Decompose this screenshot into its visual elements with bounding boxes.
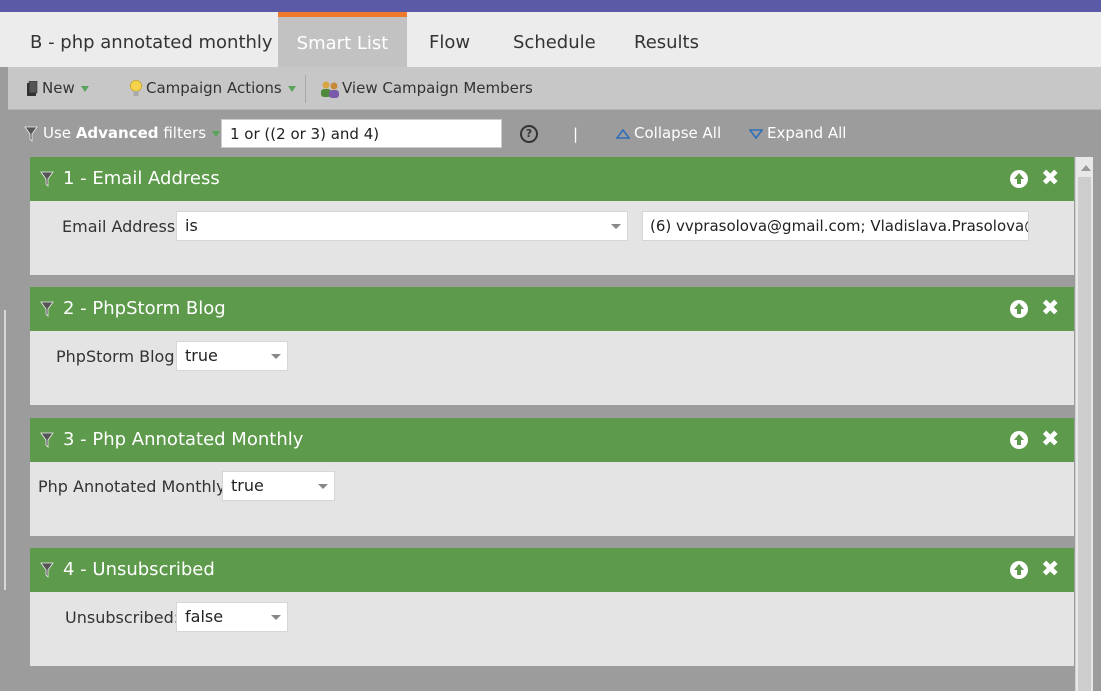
dropdown-caret-icon bbox=[287, 85, 296, 92]
toolbar: New Campaign Actions View Campaign Membe… bbox=[8, 67, 1101, 110]
dropdown-caret-icon bbox=[80, 85, 89, 92]
campaign-actions-button[interactable]: Campaign Actions bbox=[130, 67, 296, 110]
filter-card-phpstorm-blog: 2 - PhpStorm Blog ✖ PhpStorm Blog: true bbox=[30, 287, 1074, 405]
filter-title: 3 - Php Annotated Monthly bbox=[63, 429, 304, 450]
top-brand-bar bbox=[0, 0, 1101, 12]
view-campaign-members-label: View Campaign Members bbox=[342, 79, 533, 97]
left-panel-divider bbox=[4, 310, 6, 590]
scroll-thumb[interactable] bbox=[1078, 177, 1091, 691]
value-select[interactable]: true bbox=[222, 471, 335, 501]
arrow-up-circle-icon[interactable] bbox=[1010, 300, 1028, 318]
filter-card-php-annotated-monthly: 3 - Php Annotated Monthly ✖ Php Annotate… bbox=[30, 418, 1074, 536]
filter-title: 2 - PhpStorm Blog bbox=[63, 298, 226, 319]
use-advanced-filters-menu[interactable]: Use Advanced filters bbox=[24, 111, 221, 157]
filter-logic-input[interactable] bbox=[221, 119, 502, 148]
select-value: true bbox=[185, 346, 218, 365]
filter-header[interactable]: 4 - Unsubscribed ✖ bbox=[30, 548, 1074, 592]
chevron-down-icon bbox=[271, 354, 281, 359]
lightbulb-icon bbox=[130, 79, 142, 96]
email-values-field[interactable]: (6) vvprasolova@gmail.com; Vladislava.Pr… bbox=[642, 211, 1029, 241]
arrow-up-circle-icon[interactable] bbox=[1010, 561, 1028, 579]
scroll-up-arrow-icon[interactable] bbox=[1081, 165, 1091, 171]
triangle-up-icon bbox=[616, 128, 630, 139]
filter-card-email-address: 1 - Email Address ✖ Email Address: is (6… bbox=[30, 157, 1074, 275]
campaign-name-tab[interactable]: B - php annotated monthly bbox=[8, 12, 295, 67]
close-icon[interactable]: ✖ bbox=[1041, 418, 1059, 462]
filter-options-bar: Use Advanced filters ? | Collapse All Ex… bbox=[0, 111, 1101, 157]
arrow-up-circle-icon[interactable] bbox=[1010, 170, 1028, 188]
filter-field-label: Php Annotated Monthly: bbox=[38, 477, 230, 496]
expand-all-button[interactable]: Expand All bbox=[749, 111, 846, 157]
arrow-up-circle-icon[interactable] bbox=[1010, 431, 1028, 449]
use-label: Use bbox=[43, 124, 72, 142]
tab-flow[interactable]: Flow bbox=[407, 12, 492, 67]
funnel-icon bbox=[40, 171, 54, 187]
value-select[interactable]: false bbox=[176, 602, 288, 632]
view-campaign-members-button[interactable]: View Campaign Members bbox=[320, 67, 533, 110]
filter-header[interactable]: 1 - Email Address ✖ bbox=[30, 157, 1074, 201]
new-button[interactable]: New bbox=[26, 67, 89, 110]
filter-title: 1 - Email Address bbox=[63, 168, 220, 189]
filter-card-unsubscribed: 4 - Unsubscribed ✖ Unsubscribed: false bbox=[30, 548, 1074, 666]
filter-field-label: Email Address: bbox=[62, 217, 181, 236]
collapse-all-button[interactable]: Collapse All bbox=[616, 111, 721, 157]
filter-field-label: Unsubscribed: bbox=[65, 608, 180, 627]
funnel-icon bbox=[40, 432, 54, 448]
select-value: true bbox=[231, 476, 264, 495]
filter-header[interactable]: 3 - Php Annotated Monthly ✖ bbox=[30, 418, 1074, 462]
funnel-icon bbox=[24, 126, 38, 142]
people-icon bbox=[321, 81, 339, 98]
collapse-all-label: Collapse All bbox=[634, 124, 722, 142]
document-icon bbox=[27, 80, 38, 96]
chevron-down-icon bbox=[611, 224, 621, 229]
filter-title: 4 - Unsubscribed bbox=[63, 559, 215, 580]
help-icon[interactable]: ? bbox=[520, 125, 538, 143]
separator: | bbox=[573, 125, 579, 143]
close-icon[interactable]: ✖ bbox=[1041, 287, 1059, 331]
funnel-icon bbox=[40, 301, 54, 317]
tab-bar: B - php annotated monthly Smart List Flo… bbox=[0, 12, 1101, 67]
close-icon[interactable]: ✖ bbox=[1041, 548, 1059, 592]
value-select[interactable]: true bbox=[176, 341, 288, 371]
vertical-scrollbar[interactable] bbox=[1075, 157, 1093, 691]
close-icon[interactable]: ✖ bbox=[1041, 157, 1059, 201]
filter-header[interactable]: 2 - PhpStorm Blog ✖ bbox=[30, 287, 1074, 331]
chevron-down-icon bbox=[318, 484, 328, 489]
tab-smart-list[interactable]: Smart List bbox=[278, 12, 407, 67]
dropdown-caret-icon bbox=[212, 130, 221, 137]
filter-field-label: PhpStorm Blog: bbox=[56, 347, 180, 366]
tab-schedule[interactable]: Schedule bbox=[491, 12, 618, 67]
triangle-down-icon bbox=[749, 128, 763, 139]
campaign-actions-label: Campaign Actions bbox=[146, 79, 282, 97]
tab-results[interactable]: Results bbox=[612, 12, 721, 67]
chevron-down-icon bbox=[271, 615, 281, 620]
operator-select[interactable]: is bbox=[176, 211, 628, 241]
advanced-label: Advanced bbox=[75, 124, 159, 142]
new-button-label: New bbox=[42, 79, 75, 97]
operator-value: is bbox=[185, 216, 198, 235]
funnel-icon bbox=[40, 562, 54, 578]
toolbar-divider bbox=[305, 75, 306, 103]
expand-all-label: Expand All bbox=[767, 124, 847, 142]
filters-label: filters bbox=[163, 124, 207, 142]
select-value: false bbox=[185, 607, 224, 626]
